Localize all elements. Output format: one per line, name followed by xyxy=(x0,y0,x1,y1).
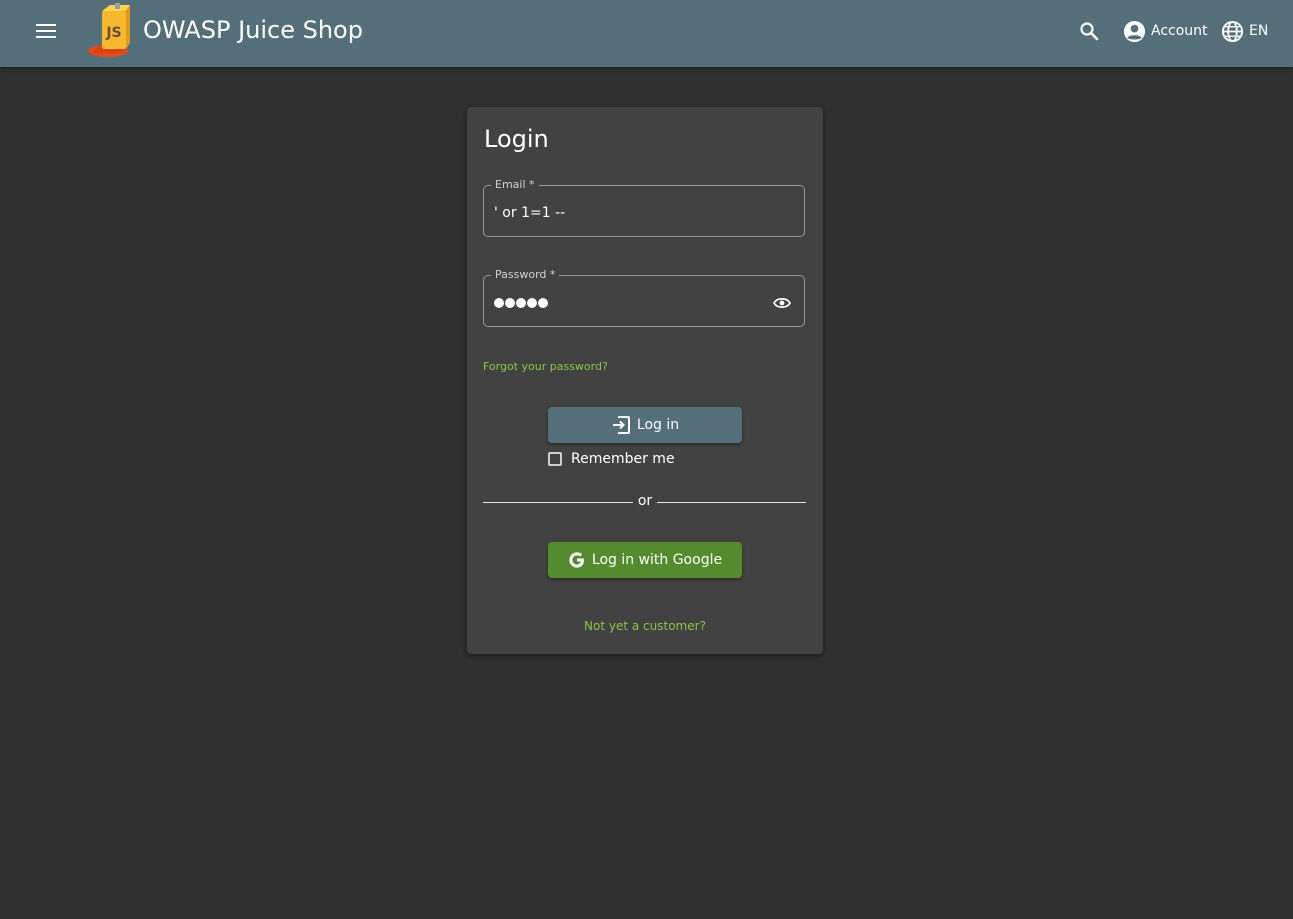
divider-left xyxy=(483,502,633,503)
toggle-password-visibility-button[interactable] xyxy=(772,295,792,311)
email-label: Email * xyxy=(491,178,539,192)
juice-shop-logo[interactable]: JS xyxy=(86,3,138,59)
google-login-label: Log in with Google xyxy=(591,552,723,568)
app-title[interactable]: OWASP Juice Shop xyxy=(143,15,363,45)
globe-icon xyxy=(1221,20,1244,42)
logo-text: JS xyxy=(105,25,121,41)
login-card: Login Email * ' or 1=1 -- Password * For… xyxy=(467,107,823,654)
login-button[interactable]: Log in xyxy=(548,407,742,443)
login-title: Login xyxy=(484,125,549,153)
login-button-label: Log in xyxy=(636,417,680,433)
search-button[interactable] xyxy=(1076,18,1102,44)
password-field[interactable]: Password * xyxy=(483,268,805,327)
remember-me-label: Remember me xyxy=(571,451,675,467)
divider-or-text: or xyxy=(637,493,653,509)
account-circle-icon xyxy=(1123,20,1146,42)
remember-me-checkbox[interactable]: Remember me xyxy=(548,451,675,467)
menu-icon xyxy=(36,24,56,38)
password-masked-value[interactable] xyxy=(494,298,548,308)
account-label: Account xyxy=(1151,23,1208,39)
remember-me-box[interactable] xyxy=(548,452,562,466)
google-login-button[interactable]: Log in with Google xyxy=(548,542,742,578)
language-button[interactable]: EN xyxy=(1221,18,1268,44)
google-icon xyxy=(568,551,586,569)
account-button[interactable]: Account xyxy=(1123,18,1208,44)
forgot-password-link[interactable]: Forgot your password? xyxy=(483,360,608,373)
password-label: Password * xyxy=(491,268,560,282)
top-toolbar: JS OWASP Juice Shop Account EN xyxy=(0,0,1293,67)
divider-right xyxy=(657,502,806,503)
menu-button[interactable] xyxy=(32,17,60,45)
eye-icon xyxy=(773,297,791,309)
exit-to-app-icon xyxy=(611,415,631,435)
register-link[interactable]: Not yet a customer? xyxy=(467,619,823,633)
email-value[interactable]: ' or 1=1 -- xyxy=(494,204,565,222)
language-label: EN xyxy=(1249,23,1269,39)
email-field[interactable]: Email * ' or 1=1 -- xyxy=(483,178,805,237)
search-icon xyxy=(1080,22,1099,41)
